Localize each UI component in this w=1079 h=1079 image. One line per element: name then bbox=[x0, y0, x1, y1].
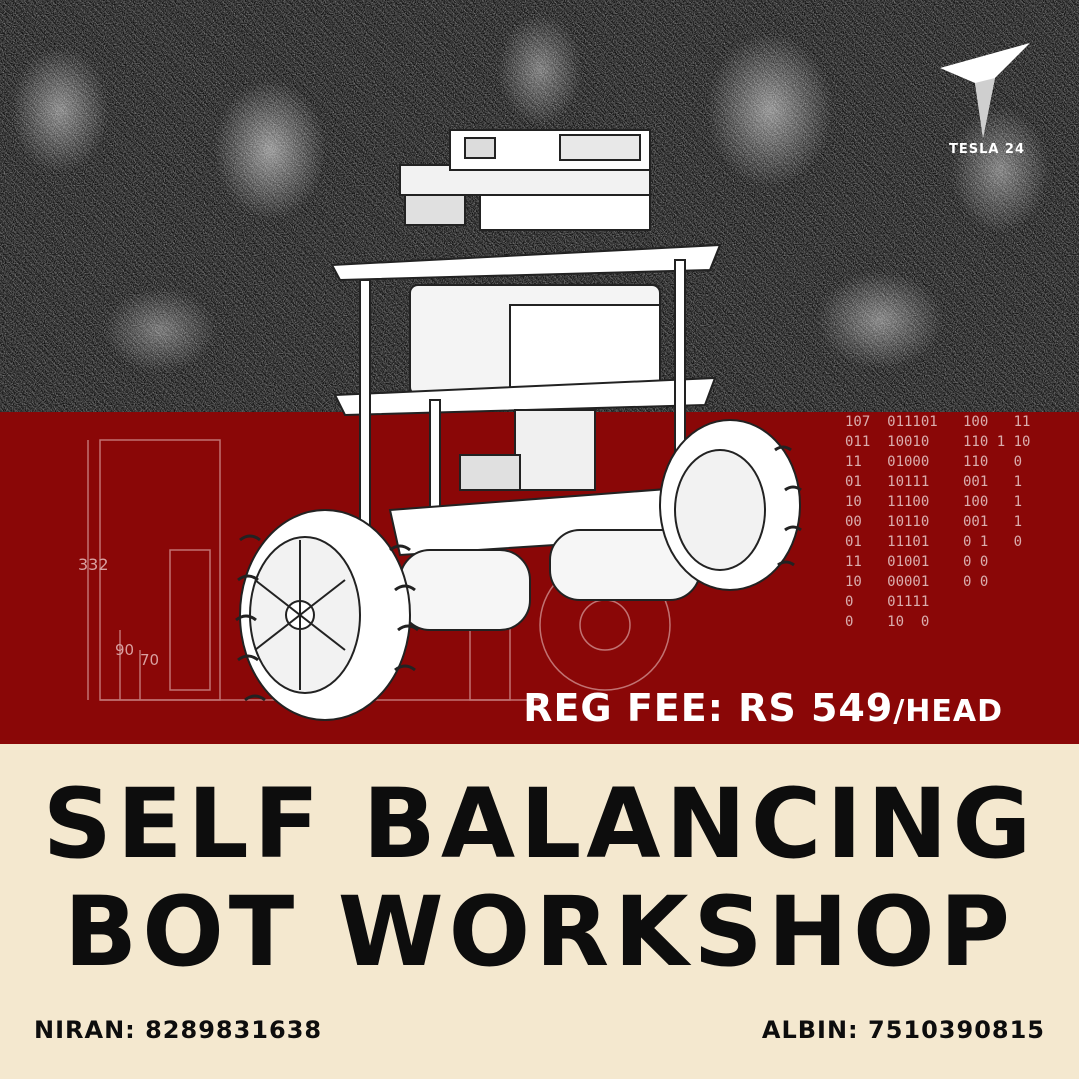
contact-albin: ALBIN: 7510390815 bbox=[761, 1016, 1045, 1044]
dim-90: 90 bbox=[115, 641, 134, 659]
title-line-1: SELF BALANCING bbox=[42, 768, 1037, 880]
workshop-title: SELF BALANCING BOT WORKSHOP bbox=[0, 770, 1079, 986]
binary-text: 107 011101 100 11 011 10010 110 1 10 11 … bbox=[845, 414, 1031, 630]
title-line-2: BOT WORKSHOP bbox=[64, 876, 1015, 988]
contact-niran: NIRAN: 8289831638 bbox=[34, 1016, 323, 1044]
robot-illustration: 332 90 70 bbox=[78, 129, 802, 721]
poster: 107 011101 100 11 011 10010 110 1 10 11 … bbox=[0, 0, 1079, 1079]
brand-name: TESLA 24 bbox=[948, 142, 1026, 157]
dim-332: 332 bbox=[78, 555, 109, 574]
fee-label: REG FEE: RS 549 bbox=[523, 686, 894, 730]
dim-70: 70 bbox=[140, 651, 159, 669]
fee-per: /HEAD bbox=[893, 694, 1003, 729]
registration-fee: REG FEE: RS 549/HEAD bbox=[523, 686, 1003, 730]
